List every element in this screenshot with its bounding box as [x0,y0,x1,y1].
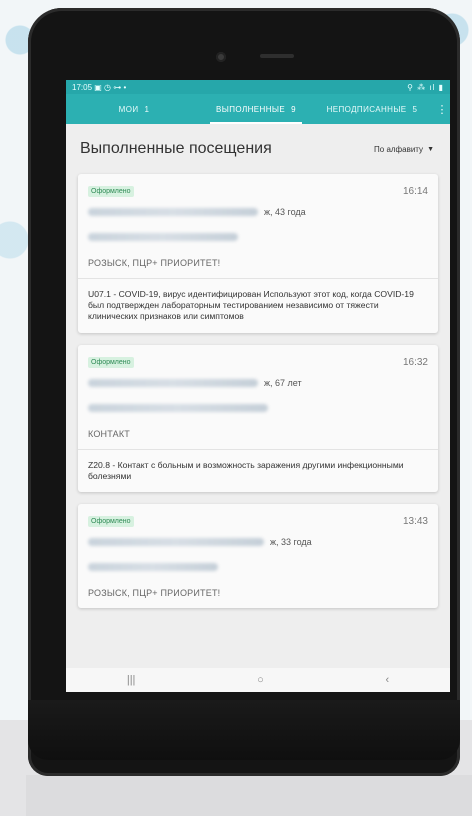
visit-time: 13:43 [402,515,428,527]
tab-label: мои [118,104,139,114]
divider [78,278,438,279]
diagnosis-text: U07.1 - COVID-19, вирус идентифицирован … [88,289,414,322]
tablet-screen: 17:05 ▣ ◷ ⊶ • ⚲ ⁂ ıl ▮ мои 1 выполненные… [66,80,450,692]
visit-card[interactable]: Оформлено 16:32 ж, 67 лет контакт Z20.8 … [78,344,438,492]
status-icons: ⚲ ⁂ ıl ▮ [407,82,444,92]
patient-name-redacted [88,208,258,216]
visit-reason: РОЗЫСК, ПЦР+ ПРИОРИТЕТ! [88,587,221,598]
diagnosis-text: Z20.8 - Контакт с больным и возможность … [88,459,404,481]
kebab-menu-icon[interactable]: ⋮ [434,94,450,124]
tab-moi[interactable]: мои 1 [66,94,202,124]
visit-reason: РОЗЫСК, ПЦР+ ПРИОРИТЕТ! [88,258,221,268]
tab-label: выполненные [216,104,286,114]
patient-demographics: ж, 43 года [264,207,306,217]
tab-count: 9 [291,104,296,114]
tablet-bottom-bezel [28,700,460,760]
status-badge: Оформлено [88,186,134,197]
home-icon[interactable]: ○ [257,674,264,686]
sort-dropdown[interactable]: По алфавиту ▼ [374,145,434,154]
patient-address-redacted [88,403,268,412]
tab-bar: мои 1 выполненные 9 неподписанные 5 ⋮ [66,94,450,124]
status-badge: Оформлено [88,356,134,368]
back-icon[interactable]: ‹ [385,674,389,686]
patient-address-redacted [88,233,238,241]
visit-card[interactable]: Оформлено 13:43 ж, 33 года РОЗЫСК, ПЦР+ … [78,503,438,608]
recents-icon[interactable]: ||| [127,674,136,686]
status-badge: Оформлено [88,515,134,527]
patient-name-redacted [88,537,264,546]
divider [78,448,438,450]
visit-reason: контакт [88,428,130,439]
patient-demographics: ж, 33 года [270,536,312,547]
tab-label: неподписанные [326,104,407,114]
patient-address-redacted [88,562,218,571]
patient-demographics: ж, 67 лет [264,377,302,388]
visit-time: 16:32 [402,356,428,368]
caret-down-icon: ▼ [427,145,434,153]
patient-name-redacted [88,378,258,387]
status-time: 17:05 ▣ ◷ ⊶ • [72,82,127,92]
tab-count: 1 [144,104,150,114]
visit-time: 16:14 [402,186,428,197]
page-header: Выполненные посещения По алфавиту ▼ [66,124,450,174]
android-nav-bar: ||| ○ ‹ [66,668,450,692]
tab-unsigned[interactable]: неподписанные 5 [310,94,434,124]
status-bar: 17:05 ▣ ◷ ⊶ • ⚲ ⁂ ıl ▮ [66,80,450,94]
bottom-gray-band [26,775,472,816]
sort-label: По алфавиту [374,144,424,154]
camera-icon [216,52,226,62]
visit-card[interactable]: Оформлено 16:14 ж, 43 года РОЗЫСК, ПЦР+ … [78,174,438,333]
tab-count: 5 [412,104,418,114]
speaker-grille [260,54,294,58]
page-title: Выполненные посещения [80,140,272,157]
tab-completed[interactable]: выполненные 9 [202,94,310,124]
